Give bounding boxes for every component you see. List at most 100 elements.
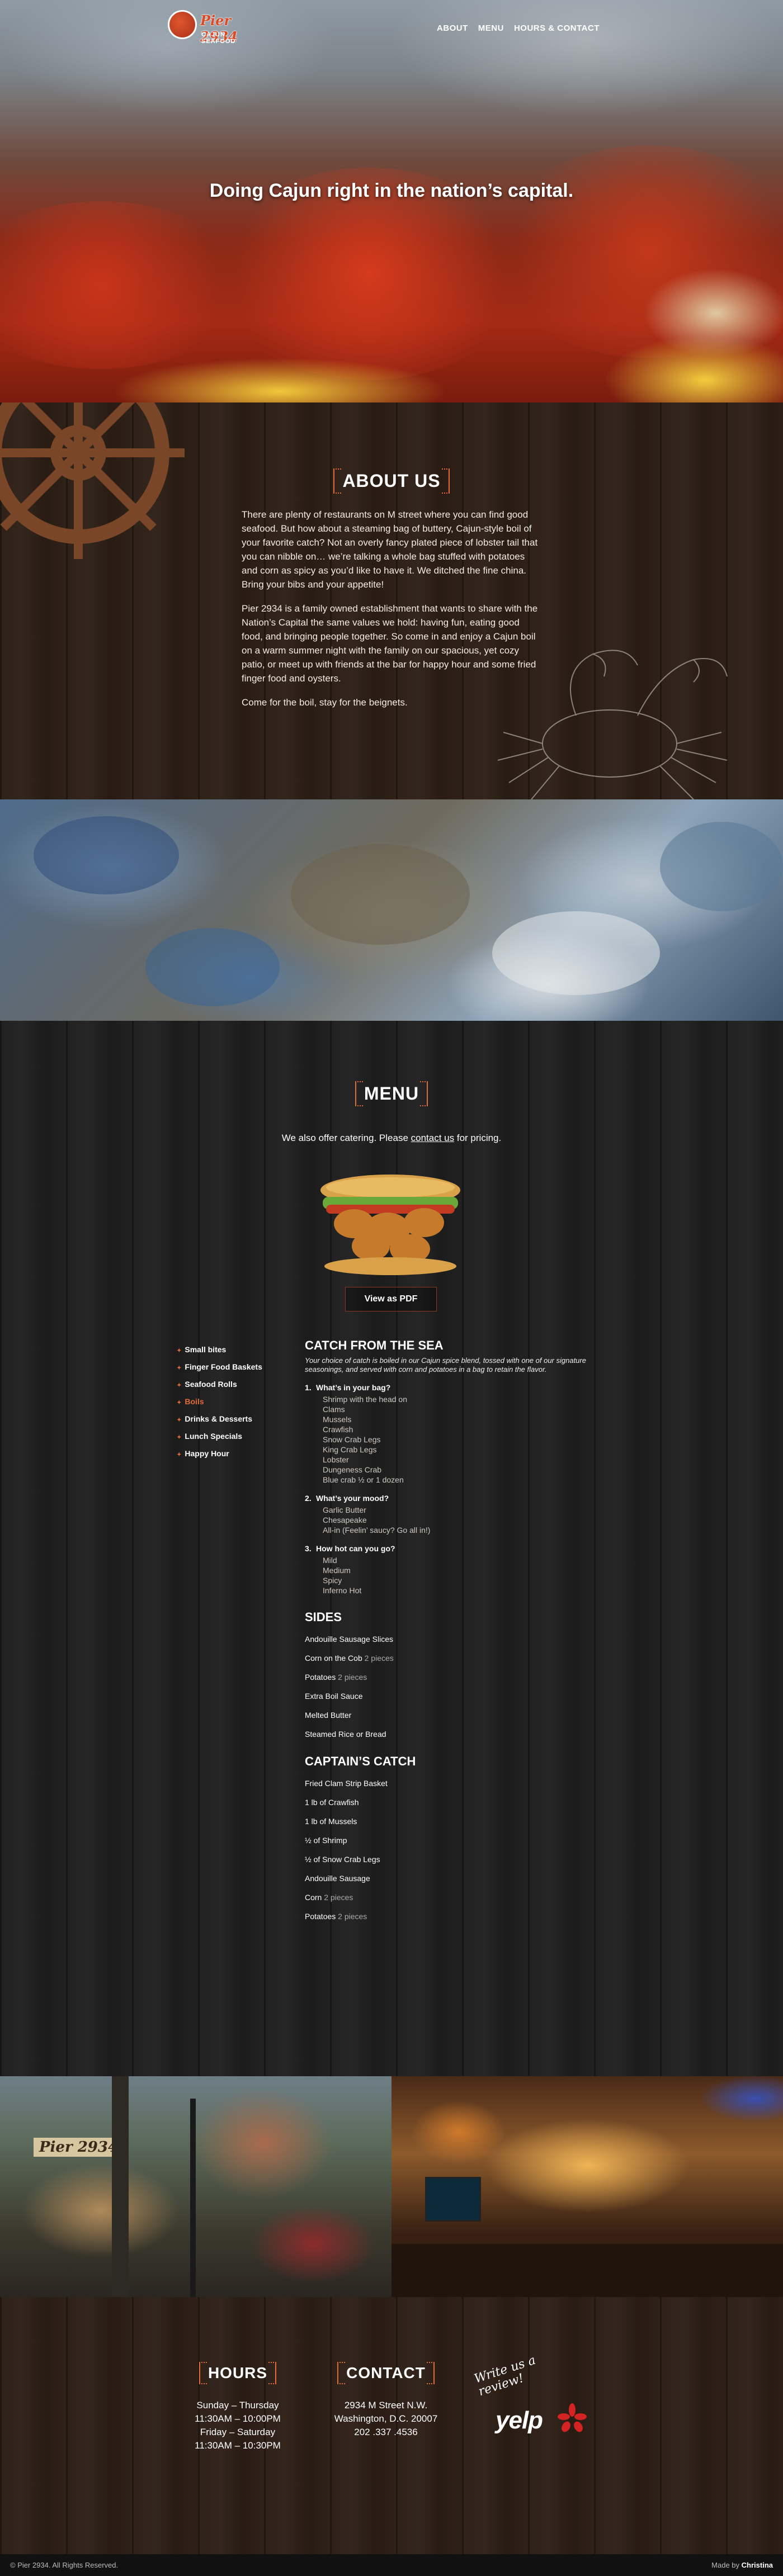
address-line: 2934 M Street N.W. [344, 2400, 428, 2411]
sides-title: SIDES [305, 1610, 342, 1624]
yelp-burst-icon [558, 2403, 587, 2432]
menu-body: CATCH FROM THE SEA Your choice of catch … [305, 1337, 596, 1930]
contact-us-link[interactable]: contact us [411, 1133, 455, 1143]
po-boy-sandwich-image [320, 1175, 460, 1275]
menu-item-quantity: 2 pieces [324, 1893, 353, 1902]
catering-suffix: for pricing. [454, 1133, 502, 1143]
question-option: Snow Crab Legs [323, 1435, 381, 1444]
lamp-post [190, 2099, 196, 2297]
write-review-text: Write us a review! [473, 2354, 541, 2399]
menu-nav-drinks-desserts[interactable]: Drinks & Desserts [177, 1411, 262, 1428]
menu-question: 3. How hot can you go? Mild Medium Spicy Infe… [305, 1543, 596, 1595]
question-body: What’s in your bag? Shrimp with the head … [316, 1382, 596, 1485]
captains-catch-list: Fried Clam Strip Basket 1 lb of Crawfish 1… [305, 1778, 596, 1922]
menu-board [425, 2177, 481, 2222]
nav-menu[interactable]: MENU [478, 23, 504, 33]
question-option: King Crab Legs [323, 1445, 377, 1454]
main-nav: ABOUT MENU HOURS & CONTACT [437, 23, 600, 33]
storefront-sign: Pier 2934 [34, 2138, 124, 2157]
captains-catch-title: CAPTAIN’S CATCH [305, 1754, 416, 1768]
phone-number[interactable]: 202 .337 .4536 [330, 2426, 442, 2439]
menu-item-name: Potatoes [305, 1912, 336, 1921]
hours-lines: Sunday – Thursday 11:30AM – 10:00PM Frid… [190, 2399, 285, 2452]
crab-blob [145, 928, 280, 1006]
question-title: How hot can you go? [316, 1544, 395, 1553]
question-option: Inferno Hot [323, 1586, 362, 1595]
nav-about[interactable]: ABOUT [437, 23, 468, 33]
crawfish-blob [0, 201, 246, 369]
menu-item-name: Corn [305, 1893, 322, 1902]
footer-bar: © Pier 2934. All Rights Reserved. Made b… [0, 2554, 783, 2576]
crab-blob [492, 911, 660, 995]
menu-item: Andouille Sausage Slices [305, 1633, 596, 1645]
hero-tagline: Doing Cajun right in the nation’s capita… [209, 180, 574, 201]
menu-nav-seafood-rolls[interactable]: Seafood Rolls [177, 1376, 262, 1394]
hero-banner: Pier 2934 CAJUN SEAFOOD ABOUT MENU HOURS… [0, 0, 783, 402]
menu-nav-small-bites[interactable]: Small bites [177, 1342, 262, 1359]
bar-counter [392, 2244, 783, 2297]
menu-item-quantity: 2 pieces [364, 1654, 394, 1663]
menu-item-name: Potatoes [305, 1673, 336, 1682]
made-by-prefix: Made by [711, 2561, 742, 2569]
menu-item-quantity: 2 pieces [338, 1912, 367, 1921]
question-number: 2. [305, 1494, 312, 1503]
contact-title: CONTACT [337, 2362, 435, 2384]
hours-line: Sunday – Thursday [196, 2400, 279, 2411]
catering-prefix: We also offer catering. Please [281, 1133, 411, 1143]
menu-item-name: Andouille Sausage [305, 1874, 370, 1883]
question-number: 3. [305, 1544, 312, 1553]
question-option: Mild [323, 1556, 337, 1565]
question-option: Medium [323, 1566, 351, 1575]
contact-lines: 2934 M Street N.W. Washington, D.C. 2000… [330, 2399, 442, 2439]
view-pdf-button[interactable]: View as PDF [345, 1287, 437, 1311]
hours-contact-section: HOURS Sunday – Thursday 11:30AM – 10:00P… [0, 2297, 783, 2554]
hours-line: 11:30AM – 10:30PM [195, 2440, 281, 2451]
yelp-logo: yelp [496, 2407, 543, 2434]
menu-question: 1. What’s in your bag? Shrimp with the hea… [305, 1382, 596, 1485]
question-title: What’s your mood? [316, 1494, 389, 1503]
question-option: Mussels [323, 1415, 352, 1424]
menu-title: MENU [355, 1081, 428, 1106]
menu-nav-lunch-specials[interactable]: Lunch Specials [177, 1428, 262, 1446]
yelp-review-link[interactable]: Write us a review! yelp [473, 2354, 587, 2442]
menu-nav-finger-food[interactable]: Finger Food Baskets [177, 1359, 262, 1376]
question-option: All-in (Feelin’ saucy? Go all in!) [323, 1526, 431, 1535]
copyright: © Pier 2934. All Rights Reserved. [10, 2561, 119, 2569]
catch-title: CATCH FROM THE SEA [305, 1338, 444, 1352]
menu-item-name: 1 lb of Crawfish [305, 1798, 359, 1807]
logo[interactable]: Pier 2934 CAJUN SEAFOOD [168, 9, 257, 45]
about-paragraph: There are plenty of restaurants on M str… [242, 509, 538, 590]
menu-item: Corn on the Cob 2 pieces [305, 1652, 596, 1664]
menu-nav-boils[interactable]: Boils [177, 1394, 262, 1411]
menu-item-name: Melted Butter [305, 1711, 352, 1720]
hours-line: 11:30AM – 10:00PM [195, 2413, 281, 2424]
made-by: Made by Christina [711, 2561, 773, 2569]
logo-mark [168, 10, 197, 39]
question-number: 1. [305, 1383, 312, 1392]
made-by-link[interactable]: Christina [742, 2561, 773, 2569]
question-body: How hot can you go? Mild Medium Spicy Infern… [316, 1543, 596, 1595]
menu-item-name: Corn on the Cob [305, 1654, 362, 1663]
question-option: Garlic Butter [323, 1505, 366, 1514]
crab-blob [291, 844, 470, 945]
menu-nav-happy-hour[interactable]: Happy Hour [177, 1446, 262, 1463]
menu-category-nav: Small bites Finger Food Baskets Seafood … [177, 1342, 262, 1463]
menu-section: MENU We also offer catering. Please cont… [0, 1021, 783, 2076]
question-option: Dungeness Crab [323, 1465, 382, 1474]
menu-item-name: ½ of Shrimp [305, 1836, 347, 1845]
crab-blob [660, 822, 783, 911]
palm-trunk [112, 2076, 129, 2297]
menu-item-name: Steamed Rice or Bread [305, 1730, 386, 1739]
nav-hours-contact[interactable]: HOURS & CONTACT [514, 23, 600, 33]
question-option: Chesapeake [323, 1516, 367, 1524]
menu-item: Potatoes 2 pieces [305, 1671, 596, 1683]
catering-note: We also offer catering. Please contact u… [0, 1133, 783, 1144]
menu-item: 1 lb of Crawfish [305, 1797, 596, 1808]
question-option: Shrimp with the head on [323, 1395, 407, 1404]
menu-item: Melted Butter [305, 1710, 596, 1721]
menu-item-name: Extra Boil Sauce [305, 1692, 363, 1701]
question-title: What’s in your bag? [316, 1383, 391, 1392]
logo-subtitle: CAJUN SEAFOOD [201, 31, 236, 45]
menu-item: Andouille Sausage [305, 1873, 596, 1884]
question-option: Spicy [323, 1576, 342, 1585]
